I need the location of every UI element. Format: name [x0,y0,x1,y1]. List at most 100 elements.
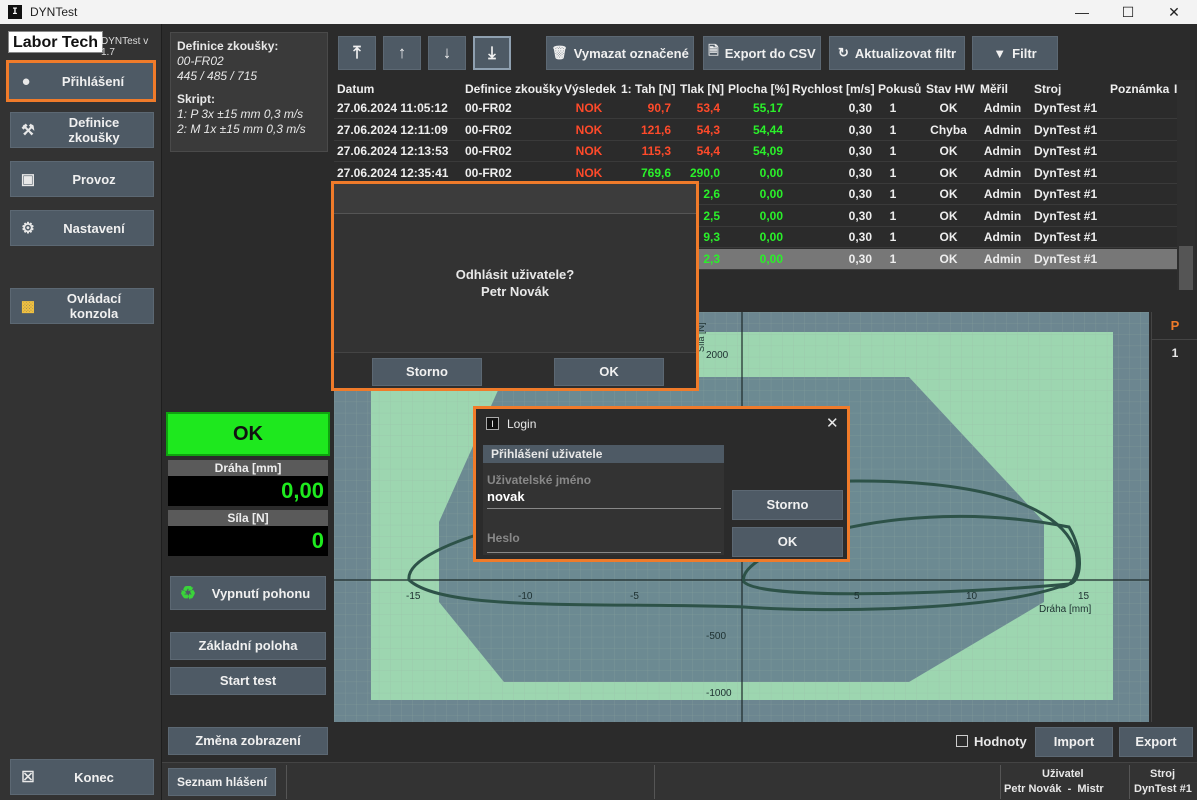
sidebar-item-nastaveni[interactable]: ⚙ Nastavení [10,210,154,246]
exit-button[interactable]: ☒ Konec [10,759,154,795]
login-section-header: Přihlášení uživatele [483,445,724,463]
username-input[interactable]: novak [487,489,721,509]
col-meril[interactable]: Měřil [980,82,1008,96]
col-pokusu[interactable]: Pokusů [878,82,921,96]
table-cell: 27.06.2024 12:35:41 [337,165,449,180]
table-cell: 00-FR02 [465,122,512,137]
aktualizovat-filtr-button[interactable]: ↻ Aktualizovat filtr [829,36,965,70]
table-cell: 90,7 [647,101,671,115]
col-plocha[interactable]: Plocha [%] [728,82,789,96]
draha-label: Dráha [mm] [168,460,328,476]
table-cell: NOK [575,144,603,158]
sidebar-item-provoz[interactable]: ▣ Provoz [10,161,154,197]
close-icon[interactable]: ✕ [826,414,839,432]
draha-value: 0,00 [168,476,328,506]
table-cell: Admin [983,187,1022,201]
table-cell: OK [939,187,958,201]
sidebar: Labor Tech DYNTest v 1.7 ● Přihlášení ⚒ … [0,24,162,800]
table-cell: Admin [983,144,1022,158]
export-csv-button[interactable]: 🗎 Export do CSV [703,36,821,70]
vypnuti-label: Vypnutí pohonu [211,585,311,601]
seznam-hlaseni-button[interactable]: Seznam hlášení [168,768,276,796]
import-button[interactable]: Import [1035,727,1113,757]
table-cell: 0,00 [759,251,783,266]
def-values: 445 / 485 / 715 [177,69,258,83]
username-label: Uživatelské jméno [487,473,592,487]
table-cell: 769,6 [640,165,671,180]
table-cell: 290,0 [689,165,720,180]
table-cell: DynTest #1 [1034,101,1098,115]
col-vysledek[interactable]: Výsledek [564,82,616,96]
sidebar-item-prihlaseni[interactable]: ● Přihlášení [6,60,156,102]
sidebar-item-definice[interactable]: ⚒ Definice zkoušky [10,112,154,148]
close-button[interactable]: ✕ [1151,0,1197,24]
x-tick-label: -10 [518,591,533,602]
login-cancel-button[interactable]: Storno [732,490,843,520]
table-row[interactable]: 27.06.2024 11:05:12 00-FR02 NOK 90,7 53,4 55,… [334,98,1177,119]
table-cell: Admin [983,122,1022,137]
login-form: Uživatelské jméno novak Heslo [483,463,724,555]
move-top-button[interactable]: ⤒ [338,36,376,70]
login-ok-button[interactable]: OK [732,527,843,557]
exit-label: Konec [74,769,114,785]
vymazat-label: Vymazat označené [573,45,689,61]
col-stav-hw[interactable]: Stav HW [926,82,975,96]
user-icon: ● [21,72,31,90]
col-stroj[interactable]: Stroj [1034,82,1061,96]
minimize-button[interactable]: — [1059,0,1105,24]
table-row[interactable]: 27.06.2024 12:11:09 00-FR02 NOK 121,6 54,3 54… [334,120,1177,141]
table-cell: 53,4 [696,101,720,115]
col-datum[interactable]: Datum [337,82,374,96]
logo-text: Labor Tech [8,31,104,53]
table-cell: DynTest #1 [1034,251,1098,266]
table-cell: 0,30 [848,122,872,137]
col-tlak[interactable]: Tlak [N] [680,82,724,96]
y-tick-label: -1000 [706,688,732,699]
col-tah[interactable]: 1: Tah [N] [621,82,675,96]
logout-username: Petr Novák [481,284,549,299]
maximize-button[interactable]: ☐ [1105,0,1151,24]
zmena-zobrazeni-button[interactable]: Změna zobrazení [168,727,328,755]
move-down-button[interactable]: ↓ [428,36,466,70]
hodnoty-checkbox[interactable] [956,735,968,747]
vertical-scrollbar[interactable] [1177,80,1195,290]
vymazat-oznacene-button[interactable]: 🗑 Vymazat označené [546,36,694,70]
sidebar-item-konzola[interactable]: ▩ Ovládací konzola [10,288,154,324]
logout-cancel-button[interactable]: Storno [372,358,482,386]
table-cell: 0,30 [848,101,872,115]
vypnuti-pohonu-button[interactable]: ♻ Vypnutí pohonu [170,576,326,610]
scrollbar-thumb[interactable] [1179,246,1193,290]
table-cell: 27.06.2024 12:11:09 [337,122,448,137]
login-titlebar: I Login ✕ [476,409,847,439]
col-poznamka[interactable]: Poznámka [1110,82,1169,96]
zakladni-poloha-button[interactable]: Základní poloha [170,632,326,660]
table-cell: OK [939,165,958,180]
sidebar-item-label: Definice zkoušky [68,115,120,145]
export-button[interactable]: Export [1119,727,1193,757]
col-rychlost[interactable]: Rychlost [m/s] [792,82,875,96]
logout-ok-button[interactable]: OK [554,358,664,386]
table-cell: 54,44 [752,122,783,137]
aktualizovat-label: Aktualizovat filtr [854,45,957,61]
password-input[interactable]: Heslo [487,531,721,553]
move-up-button[interactable]: ↑ [383,36,421,70]
arrow-to-bottom-icon: ⤓ [488,43,496,62]
table-cell: 54,4 [696,144,720,158]
divider [1000,765,1001,799]
arrow-up-icon: ↑ [397,43,407,62]
title-bar: I DYNTest — ☐ ✕ [0,0,1197,24]
sidebar-item-label: Ovládací konzola [66,291,122,321]
hammer-icon: ⚒ [21,122,35,139]
table-cell: Admin [983,230,1022,244]
table-cell: 1 [889,165,897,180]
sila-label: Síla [N] [168,510,328,526]
table-row[interactable]: 27.06.2024 12:13:53 00-FR02 NOK 115,3 54,4 54… [334,141,1177,162]
table-cell: 55,17 [752,101,783,115]
move-bottom-button[interactable]: ⤓ [473,36,511,70]
table-cell: 0,30 [848,144,872,158]
col-definice[interactable]: Definice zkoušky [465,82,562,96]
filtr-button[interactable]: ▼ Filtr [972,36,1058,70]
table-cell: 1 [889,144,897,158]
table-cell: Chyba [930,122,967,137]
start-test-button[interactable]: Start test [170,667,326,695]
